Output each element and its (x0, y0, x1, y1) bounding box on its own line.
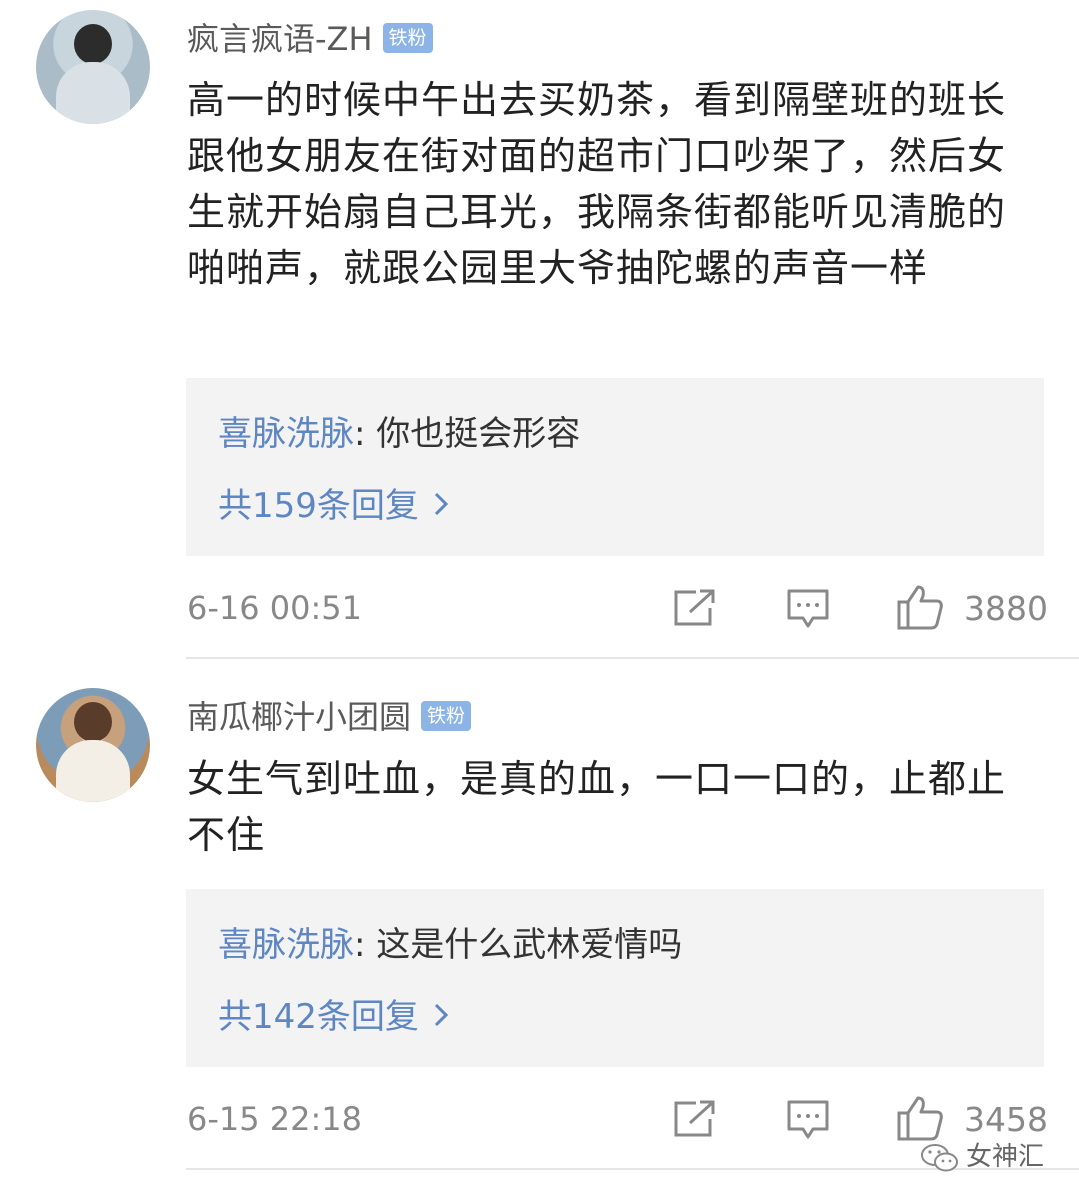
wechat-icon (921, 1143, 958, 1171)
reply-preview-box[interactable]: 喜脉洗脉: 这是什么武林爱情吗 共142条回复 (186, 889, 1044, 1067)
reply-preview-box[interactable]: 喜脉洗脉: 你也挺会形容 共159条回复 (186, 378, 1044, 556)
username[interactable]: 疯言疯语-ZH (187, 20, 373, 58)
reply-text: : 你也挺会形容 (354, 414, 581, 454)
user-avatar[interactable] (36, 688, 150, 802)
view-replies-link[interactable]: 共142条回复 (218, 989, 449, 1038)
reply-count-label: 共142条回复 (218, 997, 419, 1037)
share-icon[interactable] (672, 1099, 716, 1143)
comment-text: 高一的时候中午出去买奶茶，看到隔壁班的班长跟他女朋友在街对面的超市门口吵架了，然… (187, 78, 1007, 290)
like-count: 3458 (964, 1100, 1048, 1139)
comment-icon[interactable] (786, 1099, 830, 1147)
thumbs-up-icon[interactable] (896, 584, 944, 634)
reply-username[interactable]: 喜脉洗脉 (218, 925, 354, 965)
comment-text: 女生气到吐血，是真的血，一口一口的，止都止不住 (187, 757, 1007, 857)
reply-preview: 喜脉洗脉: 你也挺会形容 (218, 406, 580, 455)
like-count: 3880 (964, 589, 1048, 628)
comment-username-row: 南瓜椰汁小团圆 铁粉 (187, 692, 472, 738)
share-icon[interactable] (672, 588, 716, 632)
reply-count-label: 共159条回复 (218, 486, 419, 526)
watermark: 女神汇 (920, 1136, 1044, 1174)
comment-footer: 6-16 00:51 3880 (0, 584, 1079, 634)
reply-text: : 这是什么武林爱情吗 (354, 925, 683, 965)
fan-badge: 铁粉 (421, 701, 472, 731)
username[interactable]: 南瓜椰汁小团圆 (187, 698, 411, 736)
divider (186, 657, 1079, 659)
user-avatar[interactable] (36, 10, 150, 124)
view-replies-link[interactable]: 共159条回复 (218, 478, 449, 527)
comment-time: 6-16 00:51 (187, 589, 363, 627)
watermark-text: 女神汇 (966, 1142, 1045, 1172)
comment-time: 6-15 22:18 (187, 1100, 363, 1138)
comment-icon[interactable] (786, 588, 830, 636)
chevron-right-icon (433, 486, 449, 526)
reply-username[interactable]: 喜脉洗脉 (218, 414, 354, 454)
chevron-right-icon (433, 997, 449, 1037)
fan-badge: 铁粉 (382, 23, 433, 53)
comment-footer: 6-15 22:18 3458 (0, 1095, 1079, 1145)
reply-preview: 喜脉洗脉: 这是什么武林爱情吗 (218, 917, 682, 966)
comment-username-row: 疯言疯语-ZH 铁粉 (187, 14, 433, 60)
